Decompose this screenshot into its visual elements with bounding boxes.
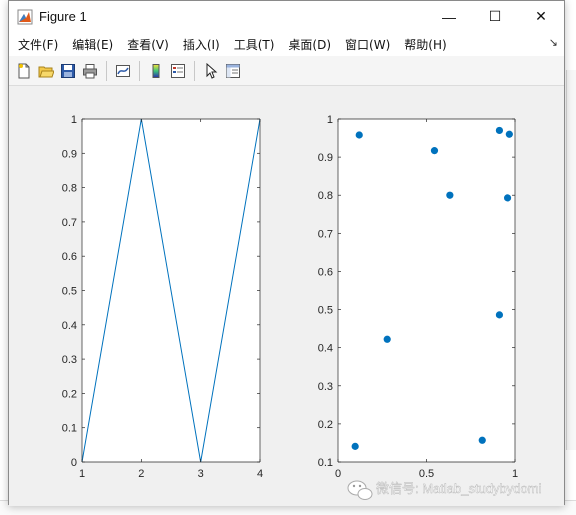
y-tick-label: 0.1 bbox=[62, 423, 77, 435]
scatter-point bbox=[479, 437, 486, 444]
scatter-point bbox=[431, 147, 438, 154]
menu-window[interactable]: 窗口(W) bbox=[338, 32, 397, 56]
x-tick-label: 2 bbox=[138, 468, 144, 480]
y-tick-label: 0.8 bbox=[62, 183, 77, 195]
y-tick-label: 0 bbox=[71, 457, 77, 469]
scatter-point bbox=[446, 192, 453, 199]
y-tick-label: 0.1 bbox=[318, 457, 333, 469]
x-tick-label: 0.5 bbox=[419, 468, 434, 480]
title-bar[interactable]: Figure 1 — ☐ ✕ bbox=[9, 1, 564, 32]
dock-arrow-icon[interactable]: ↘ bbox=[549, 36, 558, 49]
y-tick-label: 0.9 bbox=[62, 148, 77, 160]
plots-svg: 123400.10.20.30.40.50.60.70.80.91 00.510… bbox=[9, 87, 564, 504]
toolbar-separator bbox=[106, 61, 107, 81]
y-tick-label: 0.7 bbox=[62, 217, 77, 229]
legend-icon[interactable] bbox=[168, 61, 188, 81]
scatter-point bbox=[496, 311, 503, 318]
watermark: 微信号: Matlab_studybydomi bbox=[348, 481, 542, 500]
save-icon[interactable] bbox=[58, 61, 78, 81]
x-tick-label: 1 bbox=[79, 468, 85, 480]
link-plot-icon[interactable] bbox=[113, 61, 133, 81]
y-tick-label: 0.2 bbox=[62, 388, 77, 400]
matlab-icon bbox=[17, 9, 33, 25]
scatter-point bbox=[506, 131, 513, 138]
menu-insert[interactable]: 插入(I) bbox=[176, 32, 227, 56]
y-tick-label: 0.8 bbox=[318, 190, 333, 202]
colorbar-icon[interactable] bbox=[146, 61, 166, 81]
menu-view[interactable]: 查看(V) bbox=[120, 32, 176, 56]
maximize-button[interactable]: ☐ bbox=[472, 1, 518, 32]
menu-file[interactable]: 文件(F) bbox=[11, 32, 65, 56]
background-window-edge bbox=[566, 70, 576, 450]
y-tick-label: 0.3 bbox=[62, 354, 77, 366]
scatter-point bbox=[496, 127, 503, 134]
toolbar bbox=[9, 56, 564, 86]
y-tick-label: 0.9 bbox=[318, 152, 333, 164]
y-tick-label: 0.7 bbox=[318, 228, 333, 240]
toolbar-separator bbox=[194, 61, 195, 81]
property-inspector-icon[interactable] bbox=[223, 61, 243, 81]
left-axes[interactable]: 1 2 3 4 0 0.1 0.2 0.3 0.4 0.5 0.6 0.7 0.8 0.9 1 bbox=[62, 114, 263, 480]
print-icon[interactable] bbox=[80, 61, 100, 81]
x-tick-label: 4 bbox=[257, 468, 263, 480]
scatter-point bbox=[356, 131, 363, 138]
watermark-text: 微信号: Matlab_studybydomi bbox=[376, 481, 542, 496]
scatter-point bbox=[352, 443, 359, 450]
figure-canvas: 123400.10.20.30.40.50.60.70.80.91 00.510… bbox=[9, 87, 564, 506]
y-tick-label: 1 bbox=[327, 114, 333, 126]
x-tick-label: 3 bbox=[198, 468, 204, 480]
menu-bar: 文件(F) 编辑(E) 查看(V) 插入(I) 工具(T) 桌面(D) 窗口(W… bbox=[9, 32, 564, 56]
minimize-button[interactable]: — bbox=[426, 1, 472, 32]
scatter-point bbox=[384, 336, 391, 343]
pointer-icon[interactable] bbox=[201, 61, 221, 81]
y-tick-label: 0.4 bbox=[62, 320, 77, 332]
y-tick-label: 1 bbox=[71, 114, 77, 126]
y-tick-label: 0.5 bbox=[318, 305, 333, 317]
y-tick-label: 0.4 bbox=[318, 343, 333, 355]
y-tick-label: 0.5 bbox=[62, 286, 77, 298]
x-tick-label: 1 bbox=[512, 468, 518, 480]
window-title: Figure 1 bbox=[39, 9, 426, 24]
menu-help[interactable]: 帮助(H) bbox=[397, 32, 453, 56]
menu-edit[interactable]: 编辑(E) bbox=[65, 32, 120, 56]
plot-area bbox=[338, 119, 515, 462]
y-tick-label: 0.3 bbox=[318, 381, 333, 393]
open-folder-icon[interactable] bbox=[36, 61, 56, 81]
toolbar-separator bbox=[139, 61, 140, 81]
menu-desktop[interactable]: 桌面(D) bbox=[281, 32, 338, 56]
x-tick-label: 0 bbox=[335, 468, 341, 480]
right-axes[interactable]: 0 0.5 1 0.1 0.2 0.3 0.4 0.5 0.6 0.7 0.8 0.9 1 bbox=[318, 114, 518, 480]
y-tick-label: 0.6 bbox=[318, 266, 333, 278]
wechat-icon bbox=[348, 481, 372, 500]
scatter-point bbox=[504, 194, 511, 201]
new-figure-icon[interactable] bbox=[14, 61, 34, 81]
y-tick-label: 0.6 bbox=[62, 251, 77, 263]
figure-window: Figure 1 — ☐ ✕ 文件(F) 编辑(E) 查看(V) 插入(I) 工… bbox=[8, 0, 565, 505]
close-button[interactable]: ✕ bbox=[518, 1, 564, 32]
menu-tools[interactable]: 工具(T) bbox=[227, 32, 282, 56]
y-tick-label: 0.2 bbox=[318, 419, 333, 431]
